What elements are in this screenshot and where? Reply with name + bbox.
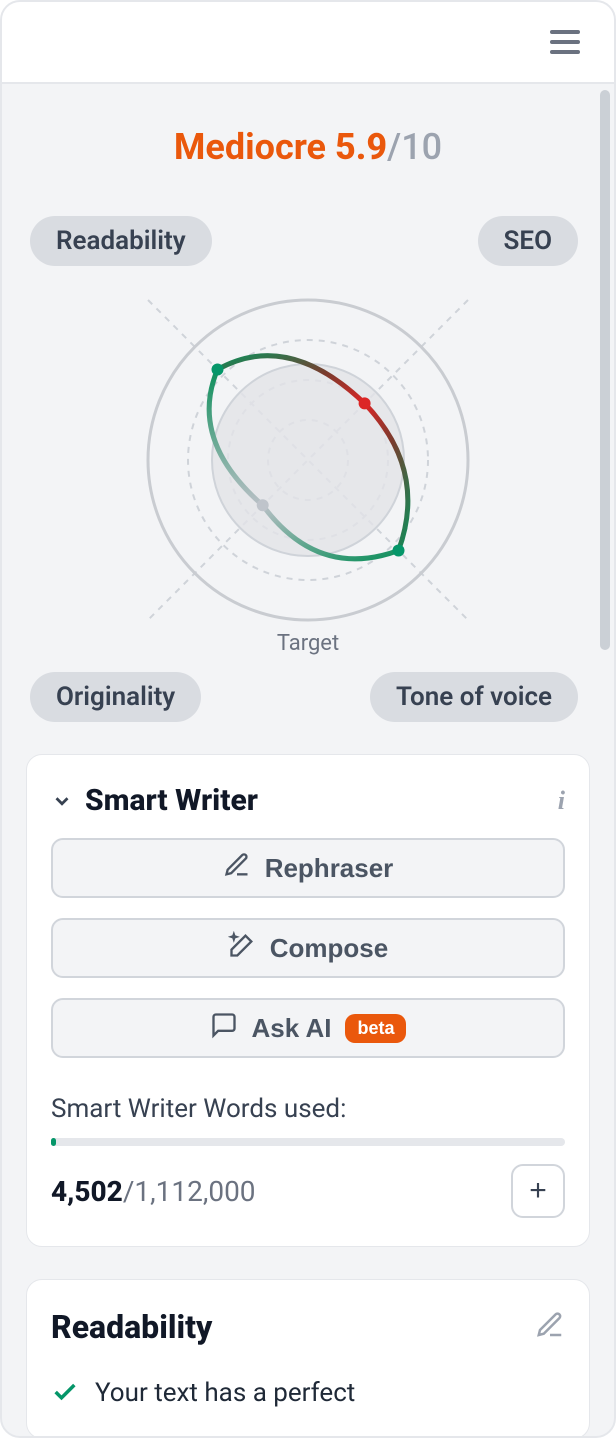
pill-readability[interactable]: Readability	[30, 216, 212, 266]
info-icon[interactable]: i	[558, 786, 565, 816]
usage-bar-fill	[51, 1138, 56, 1146]
overall-score: Mediocre 5.9/10	[26, 84, 590, 192]
ask-ai-button[interactable]: Ask AI beta	[51, 998, 565, 1058]
pencil-icon[interactable]	[535, 1310, 565, 1344]
rephraser-button[interactable]: Rephraser	[51, 838, 565, 898]
wand-icon	[228, 931, 256, 966]
check-icon	[51, 1378, 79, 1410]
readability-card: Readability Your text has a perfect	[26, 1279, 590, 1436]
pill-tone[interactable]: Tone of voice	[370, 672, 578, 722]
compose-label: Compose	[270, 933, 388, 964]
rephraser-label: Rephraser	[265, 853, 394, 884]
score-rating-label: Mediocre	[174, 126, 326, 168]
readability-check-text: Your text has a perfect	[95, 1378, 355, 1408]
add-words-button[interactable]: +	[511, 1164, 565, 1218]
scrollbar-thumb[interactable]	[600, 90, 610, 650]
main-scroll: Mediocre 5.9/10 Readability SEO Original…	[2, 84, 614, 1436]
radar-chart-area: Readability SEO Originality Tone of voic…	[26, 192, 590, 722]
smart-writer-card: Smart Writer i Rephraser Compose Ask	[26, 754, 590, 1247]
top-bar	[2, 2, 614, 84]
usage-bar	[51, 1138, 565, 1146]
edit-icon	[223, 851, 251, 886]
score-max: /10	[387, 126, 442, 168]
usage-used: 4,502	[51, 1175, 123, 1208]
pill-seo[interactable]: SEO	[478, 216, 578, 266]
menu-icon[interactable]	[550, 24, 586, 60]
compose-button[interactable]: Compose	[51, 918, 565, 978]
radar-chart	[118, 270, 498, 650]
chevron-down-icon[interactable]	[51, 790, 73, 812]
usage-label: Smart Writer Words used:	[51, 1094, 565, 1124]
target-label: Target	[277, 631, 339, 656]
score-value: 5.9	[335, 126, 387, 168]
smart-writer-title: Smart Writer	[85, 783, 546, 818]
ask-ai-label: Ask AI	[252, 1013, 332, 1044]
beta-badge: beta	[345, 1014, 406, 1043]
readability-title: Readability	[51, 1308, 535, 1346]
pill-originality[interactable]: Originality	[30, 672, 201, 722]
usage-total: /1,112,000	[123, 1175, 256, 1208]
chat-icon	[210, 1011, 238, 1046]
